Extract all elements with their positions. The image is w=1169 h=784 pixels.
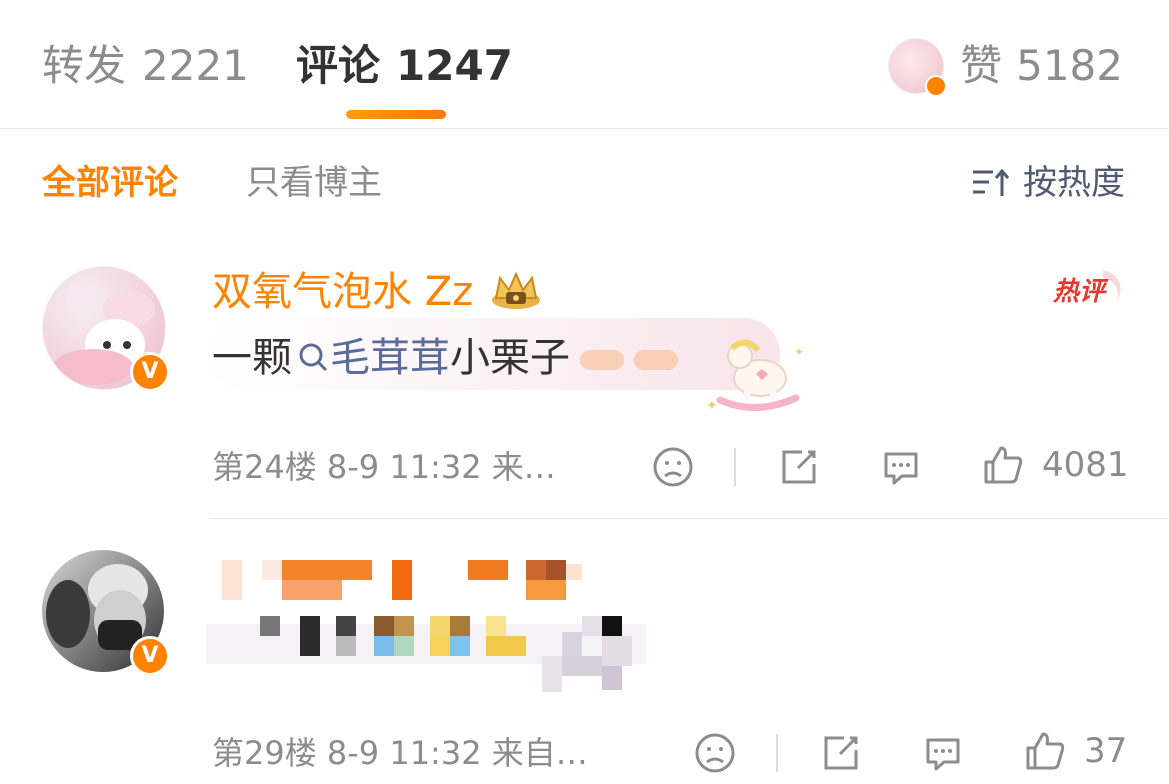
action-separator [734, 448, 736, 486]
reply-button[interactable] [880, 446, 922, 488]
header-divider [0, 128, 1169, 129]
pixelated-comment-content [206, 556, 646, 696]
tab-likes-label: 赞 [960, 41, 1003, 90]
like-count: 37 [1084, 731, 1128, 771]
tab-likes-count: 5182 [1016, 41, 1123, 90]
sort-by-popularity[interactable]: 按热度 [971, 160, 1125, 206]
filter-owner-only[interactable]: 只看博主 [246, 160, 382, 206]
liker-avatar[interactable] [888, 38, 947, 97]
topic-link[interactable]: 毛茸茸 [330, 335, 450, 381]
share-button[interactable] [820, 732, 862, 774]
reply-icon [884, 452, 918, 485]
hot-comment-label: 热评 [1052, 277, 1109, 307]
action-separator [776, 734, 778, 772]
rocking-horse-sticker: ✦ ✦ [706, 339, 804, 414]
like-button[interactable]: 37 [1024, 730, 1127, 772]
comment-divider [210, 518, 1169, 519]
tab-repost-label: 转发 [42, 41, 127, 90]
tab-comment[interactable]: 评论 1247 [296, 38, 513, 94]
share-button[interactable] [778, 446, 820, 488]
search-icon [299, 343, 328, 372]
crown-icon [492, 271, 540, 309]
hand-emoji [634, 350, 678, 370]
tab-comment-count: 1247 [396, 41, 513, 90]
comment-text-suffix: 小栗子 [450, 335, 570, 381]
comment-meta: 第29楼 8-9 11:32 来自… [212, 734, 588, 772]
tab-repost-count: 2221 [142, 41, 249, 90]
reply-icon [926, 738, 960, 771]
share-icon [782, 450, 816, 484]
hand-emoji [580, 350, 624, 370]
comment-username[interactable]: 双氧气泡水 Zz [212, 266, 473, 318]
tab-likes[interactable]: 赞 5182 [960, 38, 1123, 94]
svg-text:✦: ✦ [794, 345, 804, 359]
tab-comment-label: 评论 [296, 41, 381, 90]
dislike-icon [653, 447, 693, 487]
reply-button[interactable] [922, 732, 964, 774]
svg-text:✦: ✦ [706, 398, 718, 414]
like-icon [1026, 732, 1065, 770]
comment-text-prefix: 一颗 [212, 335, 292, 381]
verified-badge: V [130, 352, 170, 392]
share-icon [824, 736, 858, 770]
filter-all-comments[interactable]: 全部评论 [42, 160, 178, 206]
comment-meta: 第24楼 8-9 11:32 来… [212, 448, 556, 486]
hot-comment-badge: 热评 [1052, 270, 1121, 307]
tab-repost[interactable]: 转发 2221 [42, 38, 249, 94]
sort-label: 按热度 [1023, 163, 1125, 203]
verified-badge [925, 75, 947, 97]
sort-icon [973, 168, 1010, 196]
dislike-button[interactable] [694, 732, 736, 774]
active-tab-indicator [346, 110, 446, 119]
like-button[interactable]: 4081 [982, 444, 1129, 486]
dislike-button[interactable] [652, 446, 694, 488]
like-icon [984, 446, 1023, 484]
comment-text: 一颗 毛茸茸小栗子 [212, 332, 678, 384]
verified-badge: V [130, 636, 170, 676]
dislike-icon [695, 733, 735, 773]
like-count: 4081 [1042, 445, 1129, 485]
